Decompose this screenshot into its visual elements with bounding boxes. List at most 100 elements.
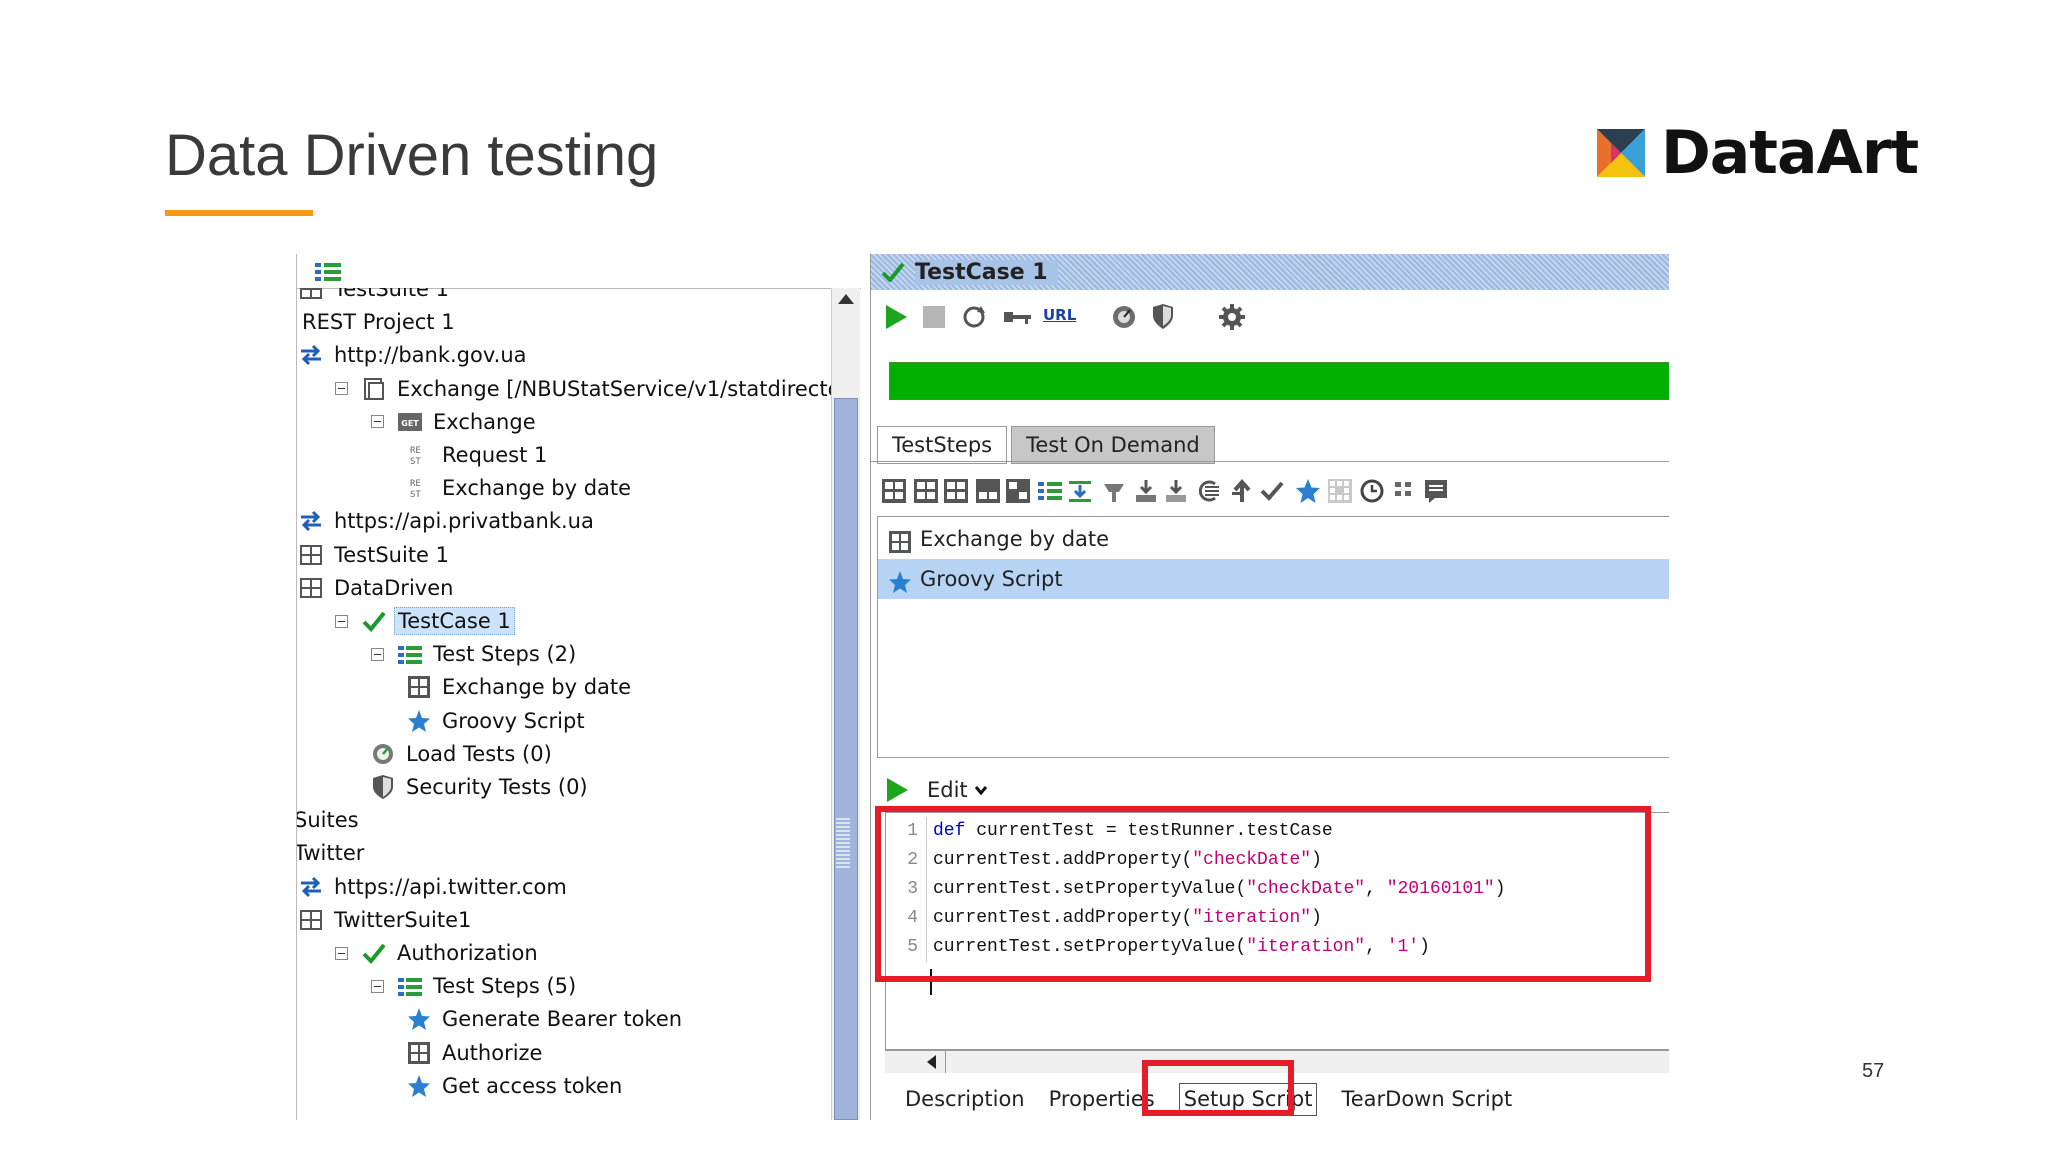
tree-item-label: Security Tests (0) (406, 775, 588, 799)
groovy-script-star-icon[interactable] (1295, 478, 1321, 504)
tree-item[interactable]: Security Tests (0) (371, 772, 591, 802)
gear-icon[interactable] (1219, 304, 1245, 330)
tab-description[interactable]: Description (905, 1082, 1025, 1116)
jdbc-step-icon[interactable] (1005, 478, 1031, 504)
tree-item-label: Authorize (442, 1040, 543, 1065)
get-method-icon: GET (398, 410, 422, 434)
tree-item[interactable]: Authorization (335, 938, 541, 968)
tree-item-label: https://api.twitter.com (334, 874, 567, 899)
tree-item-label: DataDriven (334, 575, 454, 600)
shield-icon[interactable] (1151, 304, 1175, 330)
assertion-icon[interactable] (1259, 478, 1285, 504)
rest-teststep-icon (407, 1041, 431, 1065)
run-script-icon[interactable] (885, 777, 909, 803)
tree-item[interactable]: TestSuite 1 (299, 288, 452, 304)
amf-step-icon[interactable] (975, 478, 1001, 504)
tree-item[interactable]: TestSuite 1 (299, 540, 452, 570)
tree-item[interactable]: Authorize (407, 1038, 545, 1068)
collapse-toggle-icon[interactable] (335, 382, 348, 396)
testcase-editor: TestCase 1 URL TestStepsTest On Demand (870, 254, 1669, 1120)
scrollbar-thumb[interactable] (834, 398, 858, 1120)
dataart-logo-icon (1597, 129, 1645, 177)
run-icon[interactable] (883, 304, 909, 330)
test-step-row[interactable]: Exchange by date (878, 519, 1669, 559)
delay-step-icon[interactable] (1163, 478, 1189, 504)
chevron-down-icon[interactable] (974, 784, 988, 796)
steps-tabs: TestSteps Test On Demand (877, 426, 1219, 464)
test-step-row[interactable]: Groovy Script (878, 559, 1669, 599)
progress-fill (890, 363, 1669, 399)
tree-item[interactable]: DataDriven (299, 573, 456, 603)
load-test-icon[interactable] (1111, 304, 1137, 330)
run-testcase-icon[interactable] (1133, 478, 1159, 504)
tree-item[interactable]: Suites (297, 805, 362, 835)
tree-item-label: Authorization (397, 941, 538, 965)
resource-icon (362, 377, 386, 401)
tab-test-on-demand[interactable]: Test On Demand (1011, 426, 1215, 464)
tree-item[interactable]: https://api.twitter.com (299, 872, 570, 902)
collapse-toggle-icon[interactable] (335, 614, 348, 628)
list-icon (398, 974, 422, 998)
properties-step-icon[interactable] (1037, 478, 1063, 504)
datasource-icon[interactable] (1327, 478, 1353, 504)
scroll-left-arrow-icon[interactable] (927, 1055, 936, 1069)
star-icon (888, 567, 912, 593)
rest-request-icon: RE ST (407, 476, 431, 500)
tab-properties[interactable]: Properties (1049, 1082, 1155, 1116)
key-icon[interactable] (1003, 304, 1033, 330)
rest-teststep-icon (888, 527, 912, 553)
tree-vertical-scrollbar[interactable] (831, 288, 860, 1120)
mock-response-icon[interactable] (1195, 478, 1221, 504)
steps-toolbar (881, 472, 1669, 510)
tree-item[interactable]: Exchange [/NBUStatService/v1/statdirecto… (335, 374, 831, 404)
transfer-arrow-icon[interactable] (1229, 478, 1255, 504)
tree-item[interactable]: Groovy Script (407, 706, 588, 736)
tab-teardown-script[interactable]: TearDown Script (1341, 1082, 1512, 1116)
tree-item[interactable]: RE ST Exchange by date (407, 473, 634, 503)
check-icon (362, 609, 386, 633)
suite-icon (299, 543, 323, 567)
tree-item[interactable]: RE ST Request 1 (407, 440, 550, 470)
suite-icon (299, 576, 323, 600)
page-number: 57 (1862, 1060, 1885, 1082)
tree-item[interactable]: GET Exchange (371, 407, 539, 437)
loop-icon[interactable] (961, 304, 987, 330)
service-endpoint-icon (299, 875, 323, 899)
rest-step-icon[interactable] (913, 478, 939, 504)
stop-icon[interactable] (921, 304, 947, 330)
scroll-up-arrow-icon[interactable] (838, 294, 854, 304)
tab-teststeps[interactable]: TestSteps (877, 426, 1008, 464)
jms-step-icon[interactable] (1391, 478, 1417, 504)
manual-step-icon[interactable] (1423, 478, 1449, 504)
tree-item-label: Exchange (433, 409, 536, 434)
tree-item[interactable]: Exchange by date (407, 672, 634, 702)
url-button[interactable]: URL (1043, 306, 1076, 324)
collapse-toggle-icon[interactable] (371, 647, 384, 661)
tree-item[interactable]: https://api.privatbank.ua (299, 506, 597, 536)
tree-item[interactable]: Get access token (407, 1071, 625, 1101)
tree-item[interactable]: http://bank.gov.ua (299, 340, 530, 370)
tree-item[interactable]: TwitterSuite1 (299, 905, 474, 935)
tree-item[interactable]: Test Steps (2) (371, 639, 579, 669)
soap-step-icon[interactable] (881, 478, 907, 504)
property-transfer-icon[interactable] (1067, 478, 1093, 504)
tree-item-label: Groovy Script (442, 708, 585, 733)
collapse-toggle-icon[interactable] (371, 415, 384, 429)
conditional-goto-icon[interactable] (1101, 478, 1127, 504)
tree-item[interactable]: REST Project 1 (299, 307, 458, 337)
tree-item[interactable]: Twitter (297, 838, 367, 868)
tree-item[interactable]: Generate Bearer token (407, 1004, 685, 1034)
collapse-toggle-icon[interactable] (371, 979, 384, 993)
tree-item[interactable]: Test Steps (5) (371, 971, 579, 1001)
load-test-icon (371, 742, 395, 766)
tree-item[interactable]: Load Tests (0) (371, 739, 555, 769)
clock-icon[interactable] (1359, 478, 1385, 504)
project-tree-panel: TestSuite 1 REST Project 1 http://bank.gov… (296, 254, 861, 1120)
tree-item[interactable]: TestCase 1 (335, 606, 515, 636)
http-step-icon[interactable] (943, 478, 969, 504)
edit-menu-button[interactable]: Edit (927, 778, 968, 802)
collapse-toggle-icon[interactable] (335, 946, 348, 960)
suite-icon (299, 908, 323, 932)
service-endpoint-icon (299, 509, 323, 533)
list-view-icon[interactable] (315, 262, 341, 282)
